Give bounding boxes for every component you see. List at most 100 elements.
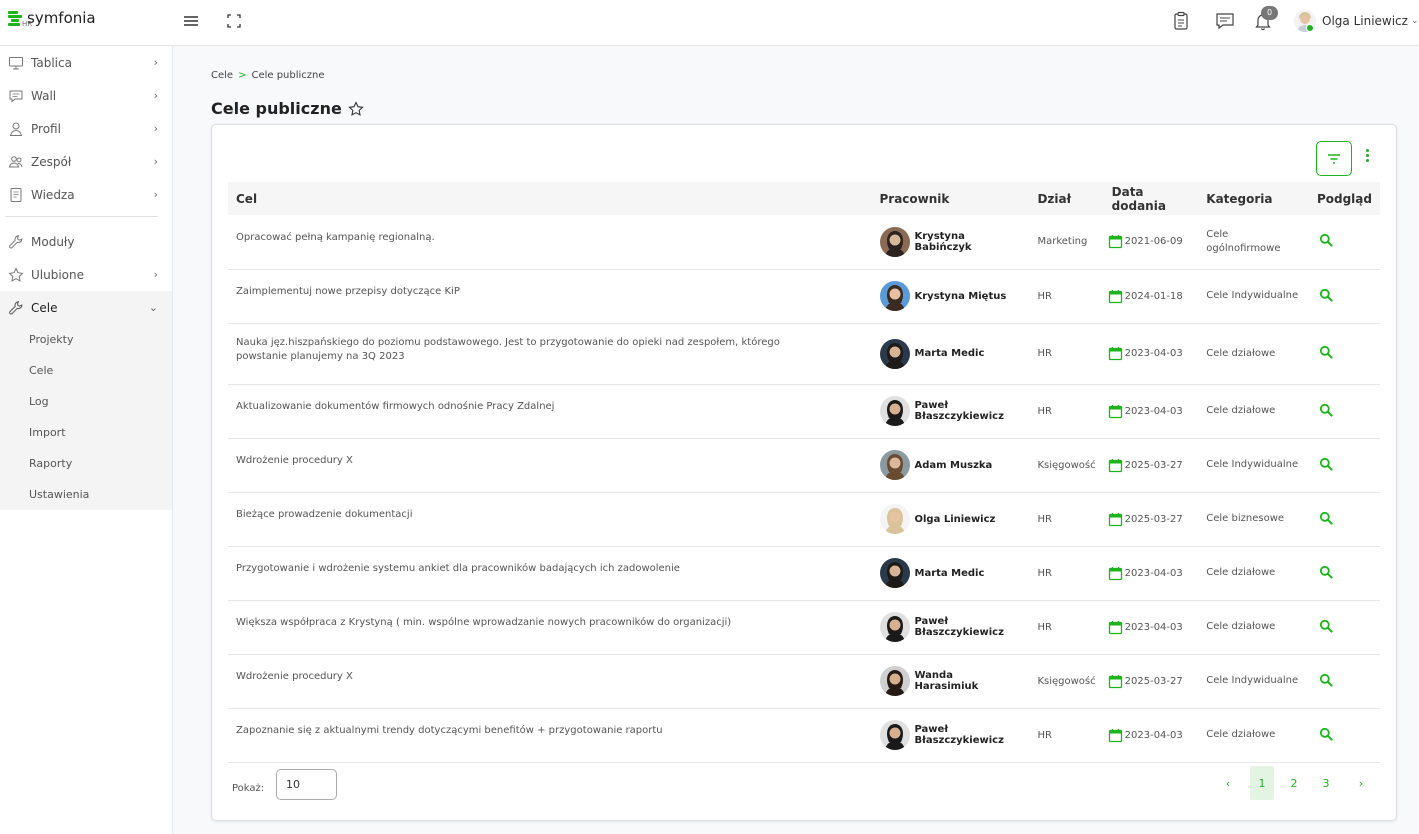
user-icon (9, 122, 23, 136)
cell-kategoria: Cele działowe (1206, 347, 1276, 359)
column-header-dzial[interactable]: Dział (1029, 182, 1103, 215)
messages-icon[interactable] (1215, 11, 1235, 31)
next-page-button[interactable]: › (1349, 766, 1373, 800)
fullscreen-icon[interactable] (226, 11, 246, 31)
table-row[interactable]: Wdrożenie procedury X Wanda Harasimiuk K… (228, 654, 1380, 708)
table-row[interactable]: Większa współpraca z Krystyną ( min. wsp… (228, 600, 1380, 654)
cell-data-dodania: 2024-01-18 (1104, 269, 1199, 323)
cell-pracownik: Krystyna Miętus (872, 269, 1030, 323)
search-preview-icon[interactable] (1319, 565, 1333, 579)
page-button-3[interactable]: 3 (1314, 766, 1338, 800)
cell-cel: Przygotowanie i wdrożenie systemu ankiet… (236, 563, 680, 574)
search-preview-icon[interactable] (1319, 619, 1333, 633)
employee-name[interactable]: Adam Muszka (915, 460, 1020, 471)
cell-podglad (1309, 546, 1380, 600)
cell-dzial: HR (1037, 348, 1052, 359)
table-row[interactable]: Opracować pełną kampanię regionalną. Kry… (228, 215, 1380, 269)
employee-name[interactable]: Olga Liniewicz (915, 514, 1020, 525)
wrench-icon (9, 300, 23, 314)
cell-podglad (1309, 438, 1380, 492)
sidebar: Tablica › Wall › Profil › Zespół › Wiedz… (0, 46, 173, 834)
sidebar-subitem-projekty[interactable]: Projekty (29, 333, 73, 346)
column-header-kategoria[interactable]: Kategoria (1198, 182, 1309, 215)
sidebar-item-profil[interactable]: Profil › (0, 112, 172, 145)
page-button-1[interactable]: 1 (1250, 766, 1274, 800)
table-row[interactable]: Zaimplementuj nowe przepisy dotyczące Ki… (228, 269, 1380, 323)
search-preview-icon[interactable] (1319, 403, 1333, 417)
cell-kategoria: Cele Indywidualne (1206, 675, 1299, 686)
cell-kategoria: Cele działowe (1206, 405, 1276, 416)
page-button-2[interactable]: 2 (1282, 766, 1306, 800)
table-row[interactable]: Wdrożenie procedury X Adam Muszka Księgo… (228, 438, 1380, 492)
sidebar-item-moduly[interactable]: Moduły (0, 225, 172, 258)
filter-button[interactable] (1316, 141, 1352, 176)
sidebar-subitem-import[interactable]: Import (29, 426, 66, 439)
table-row[interactable]: Przygotowanie i wdrożenie systemu ankiet… (228, 546, 1380, 600)
employee-name[interactable]: Marta Medic (915, 348, 1020, 359)
employee-name[interactable]: Paweł Błaszczykiewicz (915, 616, 1020, 638)
sidebar-subitem-raporty[interactable]: Raporty (29, 457, 72, 470)
search-preview-icon[interactable] (1319, 457, 1333, 471)
employee-avatar (879, 558, 910, 588)
date-value: 2023-04-03 (1124, 729, 1183, 741)
table-row[interactable]: Zapoznanie się z aktualnymi trendy dotyc… (228, 708, 1380, 762)
cell-data-dodania: 2025-03-27 (1104, 492, 1199, 546)
cell-dzial: Księgowość (1037, 675, 1096, 687)
employee-name[interactable]: Paweł Błaszczykiewicz (915, 724, 1020, 746)
goals-card: Cel Pracownik Dział Data dodania Kategor… (211, 124, 1397, 821)
breadcrumb-current: Cele publiczne (251, 70, 325, 81)
cell-dzial: HR (1037, 567, 1052, 579)
sidebar-subitem-cele[interactable]: Cele (29, 364, 53, 377)
sidebar-item-ulubione[interactable]: Ulubione › (0, 258, 172, 291)
cell-data-dodania: 2023-04-03 (1104, 708, 1199, 762)
date-value: 2024-01-18 (1124, 290, 1183, 302)
employee-name[interactable]: Krystyna Miętus (915, 291, 1020, 302)
column-header-pracownik[interactable]: Pracownik (872, 182, 1030, 215)
search-preview-icon[interactable] (1319, 673, 1333, 687)
more-options-icon[interactable] (1363, 149, 1371, 167)
search-preview-icon[interactable] (1319, 511, 1333, 525)
cell-podglad (1309, 323, 1380, 384)
table-row[interactable]: Aktualizowanie dokumentów firmowych odno… (228, 384, 1380, 438)
hamburger-menu-icon[interactable] (182, 11, 202, 31)
column-header-cel[interactable]: Cel (228, 182, 872, 215)
cell-cel: Zaimplementuj nowe przepisy dotyczące Ki… (236, 286, 460, 297)
employee-name[interactable]: Krystyna Babińczyk (915, 231, 1020, 253)
sidebar-subitem-ustawienia[interactable]: Ustawienia (29, 488, 89, 501)
filter-icon (1328, 153, 1340, 164)
chevron-right-icon: › (153, 89, 158, 102)
employee-name[interactable]: Marta Medic (915, 568, 1020, 579)
cell-podglad (1309, 215, 1380, 269)
breadcrumb-separator: > (238, 70, 247, 81)
employee-name[interactable]: Wanda Harasimiuk (915, 670, 1020, 692)
sidebar-item-wall[interactable]: Wall › (0, 79, 172, 112)
cell-pracownik: Paweł Błaszczykiewicz (872, 600, 1030, 654)
sidebar-item-cele[interactable]: Cele ⌄ (0, 291, 172, 324)
sidebar-item-label: Tablica (31, 55, 72, 70)
sidebar-item-tablica[interactable]: Tablica › (0, 46, 172, 79)
page-size-input[interactable]: 10 (276, 769, 337, 800)
column-header-data-dodania[interactable]: Data dodania (1104, 182, 1199, 215)
calendar-icon (1108, 458, 1122, 472)
table-row[interactable]: Nauka jęz.hiszpańskiego do poziomu podst… (228, 323, 1380, 384)
date-value: 2023-04-03 (1124, 348, 1183, 359)
cell-pracownik: Marta Medic (872, 546, 1030, 600)
search-preview-icon[interactable] (1319, 727, 1333, 741)
search-preview-icon[interactable] (1319, 288, 1333, 302)
breadcrumb-root[interactable]: Cele (211, 70, 233, 81)
sidebar-item-zespol[interactable]: Zespół › (0, 145, 172, 178)
employee-name[interactable]: Paweł Błaszczykiewicz (915, 400, 1020, 422)
table-row[interactable]: Bieżące prowadzenie dokumentacji Olga Li… (228, 492, 1380, 546)
column-header-podglad: Podgląd (1316, 191, 1372, 206)
sidebar-item-wiedza[interactable]: Wiedza › (0, 178, 172, 211)
sidebar-item-label: Profil (31, 121, 61, 136)
sidebar-subitem-log[interactable]: Log (29, 395, 49, 408)
search-preview-icon[interactable] (1319, 345, 1333, 359)
monitor-icon (9, 56, 23, 69)
chevron-right-icon: › (153, 155, 158, 168)
favorite-star-icon[interactable] (348, 100, 364, 117)
chat-icon (9, 90, 23, 103)
prev-page-button[interactable]: ‹ (1216, 766, 1240, 800)
clipboard-icon[interactable] (1172, 11, 1192, 31)
search-preview-icon[interactable] (1319, 233, 1333, 247)
